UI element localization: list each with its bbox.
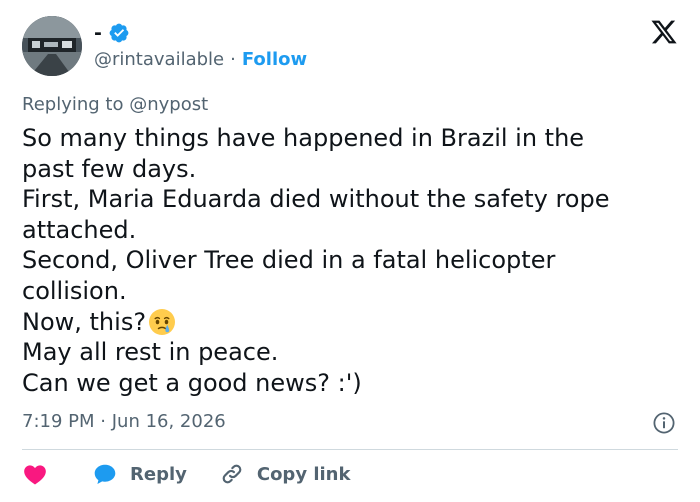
replying-to-mention[interactable]: @nypost xyxy=(129,94,208,115)
tweet-line: past few days. xyxy=(22,154,197,183)
action-bar: Reply Copy link xyxy=(22,458,350,490)
tweet-timestamp[interactable]: 7:19 PM · Jun 16, 2026 xyxy=(22,409,226,435)
tweet-line: collision. xyxy=(22,276,127,305)
tweet-line: Second, Oliver Tree died in a fatal heli… xyxy=(22,246,556,275)
replying-to: Replying to @nypost xyxy=(22,93,208,117)
tweet-line: First, Maria Eduarda died without the sa… xyxy=(22,185,610,214)
copy-link-button[interactable]: Copy link xyxy=(219,461,351,487)
face-holding-back-tears-icon xyxy=(147,307,177,337)
display-name[interactable]: - xyxy=(94,20,102,46)
handle-separator: · xyxy=(230,49,236,70)
replying-to-label: Replying to xyxy=(22,94,124,115)
x-logo-icon[interactable] xyxy=(650,18,678,46)
tweet-line-with-emoji: Now, this? xyxy=(22,307,682,338)
tweet-text: So many things have happened in Brazil i… xyxy=(22,123,682,398)
tweet-date: Jun 16, 2026 xyxy=(111,411,226,432)
reply-button[interactable]: Reply xyxy=(92,461,187,487)
tweet-line: Can we get a good news? :') xyxy=(22,368,362,397)
avatar[interactable] xyxy=(22,16,82,76)
tweet-line: May all rest in peace. xyxy=(22,338,279,367)
tweet-time: 7:19 PM xyxy=(22,411,95,432)
info-icon[interactable] xyxy=(652,411,676,435)
reply-bubble-icon xyxy=(94,464,116,484)
follow-button[interactable]: Follow xyxy=(242,48,307,72)
like-button[interactable] xyxy=(22,461,48,487)
heart-icon xyxy=(24,465,46,485)
reply-label: Reply xyxy=(130,463,187,485)
divider xyxy=(22,449,678,450)
avatar-image xyxy=(22,16,82,76)
tweet-line: attached. xyxy=(22,215,137,244)
tweet-line: So many things have happened in Brazil i… xyxy=(22,124,585,152)
verified-badge-icon xyxy=(109,23,129,43)
author-name-row: - xyxy=(94,20,130,46)
author-handle[interactable]: @rintavailable xyxy=(94,48,224,72)
timestamp-separator: · xyxy=(100,411,106,432)
copy-link-label: Copy link xyxy=(256,463,351,485)
tweet-line-text: Now, this? xyxy=(22,307,147,336)
link-icon xyxy=(222,464,242,484)
author-handle-row: @rintavailable · Follow xyxy=(94,48,307,72)
